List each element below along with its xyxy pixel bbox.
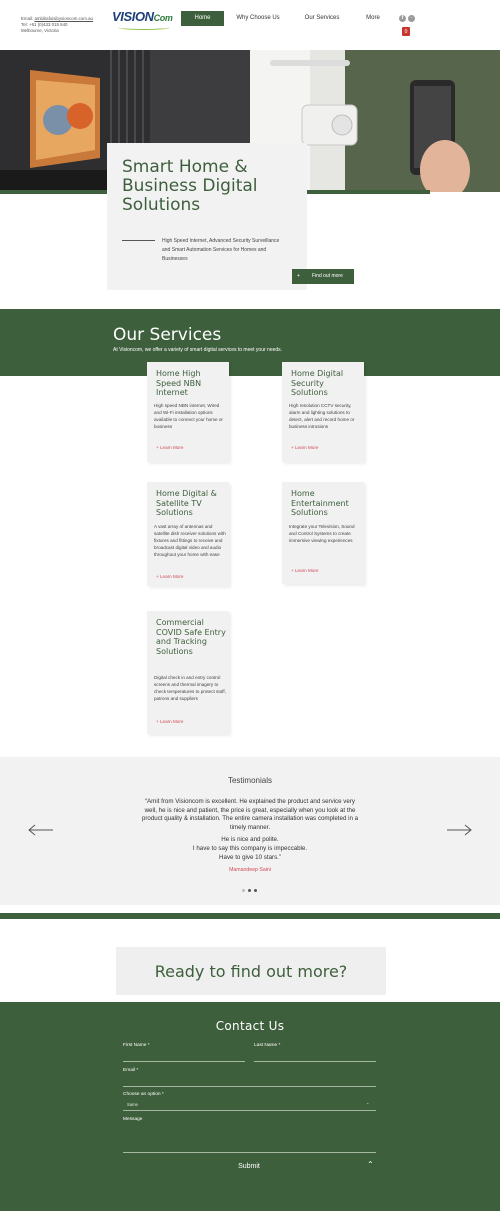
- testimonial-quote: “Amit from Visioncom is excellent. He ex…: [140, 798, 360, 862]
- service-card-security[interactable]: Home Digital Security Solutions High res…: [282, 362, 364, 462]
- quote-line: Have to give 10 stars.”: [219, 853, 281, 861]
- submit-button[interactable]: Submit: [123, 1163, 375, 1170]
- first-name-label: First Name *: [123, 1043, 150, 1048]
- choose-option-label: Choose an option *: [123, 1092, 164, 1097]
- facebook-icon[interactable]: f: [399, 15, 406, 22]
- cta-text: Ready to find out more?: [154, 962, 348, 981]
- slide-dot-2[interactable]: [248, 889, 251, 892]
- service-title: Home High Speed NBN Internet: [156, 369, 202, 398]
- learn-more-link[interactable]: + Learn More: [291, 568, 318, 573]
- service-desc: Digital check in and entry control scree…: [154, 675, 226, 701]
- service-title: Home Digital & Satellite TV Solutions: [156, 489, 217, 518]
- service-desc: A vast array of antennas and satellite d…: [154, 524, 226, 557]
- arrow-right-icon[interactable]: [446, 824, 472, 836]
- logo-text: VISIONCom: [112, 9, 173, 24]
- hero-title: Smart Home & Business Digital Solutions: [122, 157, 258, 215]
- message-label: Message: [123, 1117, 143, 1122]
- section-divider-bar: [0, 913, 500, 919]
- header-contact: Email: ambikafoisibysioncom.com.au Tel: …: [21, 16, 93, 34]
- location-text: Melbourne, Victoria: [21, 28, 59, 33]
- choose-option-value[interactable]: Same: [127, 1102, 138, 1107]
- slide-dot-3[interactable]: [254, 889, 257, 892]
- quote-line: He is nice and polite.: [221, 836, 279, 844]
- chevron-up-icon[interactable]: ⌃: [367, 1160, 374, 1169]
- testimonial-author: Mamandeep Saini: [229, 867, 271, 873]
- nav-more[interactable]: More: [358, 11, 388, 26]
- service-card-tv[interactable]: Home Digital & Satellite TV Solutions A …: [147, 482, 229, 586]
- chevron-down-icon[interactable]: ⌄: [366, 1100, 370, 1105]
- service-desc: Integrate your Television, Sound and Con…: [289, 524, 355, 543]
- message-field[interactable]: [123, 1152, 376, 1153]
- learn-more-link[interactable]: + Learn More: [156, 574, 183, 579]
- service-card-nbn[interactable]: Home High Speed NBN Internet High speed …: [147, 362, 229, 462]
- slide-dot-1[interactable]: [242, 889, 245, 892]
- nav-home[interactable]: Home: [181, 11, 224, 26]
- email-field-label: Email *: [123, 1068, 139, 1073]
- find-out-more-label: Find out more: [312, 273, 343, 279]
- instagram-icon[interactable]: ◦: [408, 15, 415, 22]
- arrow-left-icon[interactable]: [28, 824, 54, 836]
- find-out-more-button[interactable]: + Find out more: [292, 269, 354, 284]
- learn-more-link[interactable]: + Learn More: [156, 719, 183, 724]
- plus-icon: +: [297, 273, 300, 279]
- learn-more-link[interactable]: + Learn More: [156, 445, 183, 450]
- hero-divider: [122, 240, 155, 241]
- email-label: Email:: [21, 16, 34, 21]
- first-name-field[interactable]: [123, 1061, 245, 1062]
- service-card-entertainment[interactable]: Home Entertainment Solutions Integrate y…: [282, 482, 364, 584]
- service-title: Home Digital Security Solutions: [291, 369, 344, 398]
- nav-our-services[interactable]: Our Services: [298, 11, 346, 26]
- hero-description: High Speed Internet, Advanced Security S…: [162, 238, 280, 262]
- quote-paragraph: “Amit from Visioncom is excellent. He ex…: [141, 798, 359, 831]
- nav-why-choose-us[interactable]: Why Choose Us: [232, 11, 284, 26]
- services-subtitle: At Visioncom, we offer a variety of smar…: [113, 347, 283, 353]
- last-name-field[interactable]: [254, 1061, 376, 1062]
- services-title: Our Services: [113, 325, 222, 345]
- service-desc: High resolution CCTV security, alarm and…: [289, 403, 355, 429]
- cart-count: 0: [404, 29, 408, 35]
- logo-swoosh: [118, 25, 170, 30]
- last-name-label: Last Name *: [254, 1043, 281, 1048]
- service-title: Home Entertainment Solutions: [291, 489, 349, 518]
- quote-line: I have to say this company is impeccable…: [192, 844, 308, 852]
- service-title: Commercial COVID Safe Entry and Tracking…: [156, 618, 226, 656]
- learn-more-link[interactable]: + Learn More: [291, 445, 318, 450]
- contact-title: Contact Us: [215, 1019, 285, 1033]
- services-band: [0, 309, 500, 376]
- contact-section: [0, 1002, 500, 1211]
- choose-option-select[interactable]: [123, 1110, 376, 1111]
- email-link[interactable]: ambikafoisibysioncom.com.au: [34, 16, 93, 21]
- service-card-covid[interactable]: Commercial COVID Safe Entry and Tracking…: [147, 611, 229, 734]
- email-field[interactable]: [123, 1086, 376, 1087]
- testimonials-title: Testimonials: [227, 776, 272, 785]
- service-desc: High speed NBN internet, Wired and Wi-Fi…: [154, 403, 223, 429]
- cart-icon[interactable]: 0: [402, 27, 410, 36]
